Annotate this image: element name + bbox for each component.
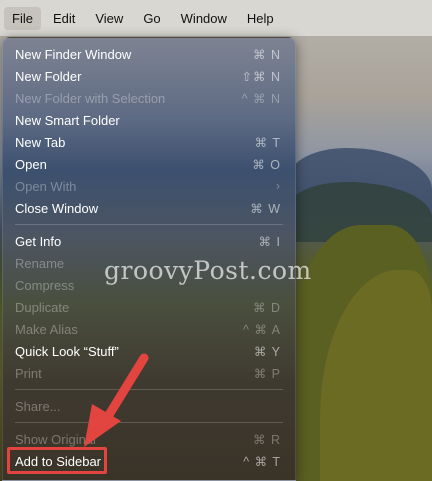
menu-item-shortcut: ⌘ Y: [253, 344, 281, 359]
menu-item-new-smart-folder[interactable]: New Smart Folder: [3, 109, 295, 131]
menu-item-shortcut: ⌘ W: [250, 201, 281, 216]
menu-item-shortcut: ⌘ R: [253, 432, 281, 447]
chevron-right-icon: ›: [275, 179, 281, 193]
menu-item-label: Compress: [15, 277, 75, 293]
menu-item-shortcut: ⌘ N: [253, 47, 281, 62]
highlight-box: [7, 447, 107, 474]
menu-item-new-finder-window[interactable]: New Finder Window ⌘ N: [3, 43, 295, 65]
menu-item-label: Show Original: [15, 431, 96, 447]
menu-item-new-tab[interactable]: New Tab ⌘ T: [3, 131, 295, 153]
menu-item-print: Print ⌘ P: [3, 362, 295, 384]
menu-item-open[interactable]: Open ⌘ O: [3, 153, 295, 175]
menubar-file[interactable]: File: [4, 6, 41, 30]
menu-item-shortcut: ⌘ I: [258, 234, 281, 249]
menu-separator: [15, 389, 283, 390]
menu-item-label: New Folder: [15, 68, 82, 84]
menu-item-label: New Folder with Selection: [15, 90, 166, 106]
menubar-edit[interactable]: Edit: [45, 7, 83, 30]
menu-item-share: Share...: [3, 395, 295, 417]
menubar-view[interactable]: View: [87, 7, 131, 30]
menubar-window[interactable]: Window: [173, 7, 235, 30]
menu-item-get-info[interactable]: Get Info ⌘ I: [3, 230, 295, 252]
menu-item-make-alias: Make Alias ^ ⌘ A: [3, 318, 295, 340]
menu-item-new-folder[interactable]: New Folder ⇧⌘ N: [3, 65, 295, 87]
menu-item-quick-look[interactable]: Quick Look “Stuff” ⌘ Y: [3, 340, 295, 362]
watermark: groovyPost.com: [104, 256, 312, 285]
menu-item-label: Make Alias: [15, 321, 78, 337]
menu-item-new-folder-with-selection: New Folder with Selection ^ ⌘ N: [3, 87, 295, 109]
menu-item-shortcut: ⌘ D: [253, 300, 281, 315]
menu-bar: File Edit View Go Window Help: [0, 0, 432, 36]
menu-item-label: Quick Look “Stuff”: [15, 343, 119, 359]
menu-item-label: Get Info: [15, 233, 62, 249]
menu-item-close-window[interactable]: Close Window ⌘ W: [3, 197, 295, 219]
menu-item-shortcut: ^ ⌘ N: [241, 91, 281, 106]
menu-item-label: Close Window: [15, 200, 99, 216]
menu-item-label: Duplicate: [15, 299, 70, 315]
menu-separator: [15, 422, 283, 423]
menu-item-label: New Smart Folder: [15, 112, 120, 128]
menubar-help[interactable]: Help: [239, 7, 282, 30]
menubar-go[interactable]: Go: [135, 7, 168, 30]
menu-item-label: Rename: [15, 255, 65, 271]
menu-item-shortcut: ⌘ T: [254, 135, 281, 150]
menu-item-label: New Tab: [15, 134, 66, 150]
menu-separator: [15, 224, 283, 225]
menu-item-open-with: Open With ›: [3, 175, 295, 197]
menu-item-shortcut: ^ ⌘ A: [243, 322, 281, 337]
menu-item-label: Share...: [15, 398, 61, 414]
menu-item-label: Print: [15, 365, 42, 381]
menu-item-label: Open: [15, 156, 47, 172]
menu-item-shortcut: ⌘ O: [252, 157, 281, 172]
menu-item-shortcut: ⇧⌘ N: [241, 69, 281, 84]
menu-item-label: Open With: [15, 178, 77, 194]
menu-item-shortcut: ^ ⌘ T: [243, 454, 281, 469]
menu-item-duplicate: Duplicate ⌘ D: [3, 296, 295, 318]
menu-item-label: New Finder Window: [15, 46, 132, 62]
menu-item-shortcut: ⌘ P: [253, 366, 281, 381]
